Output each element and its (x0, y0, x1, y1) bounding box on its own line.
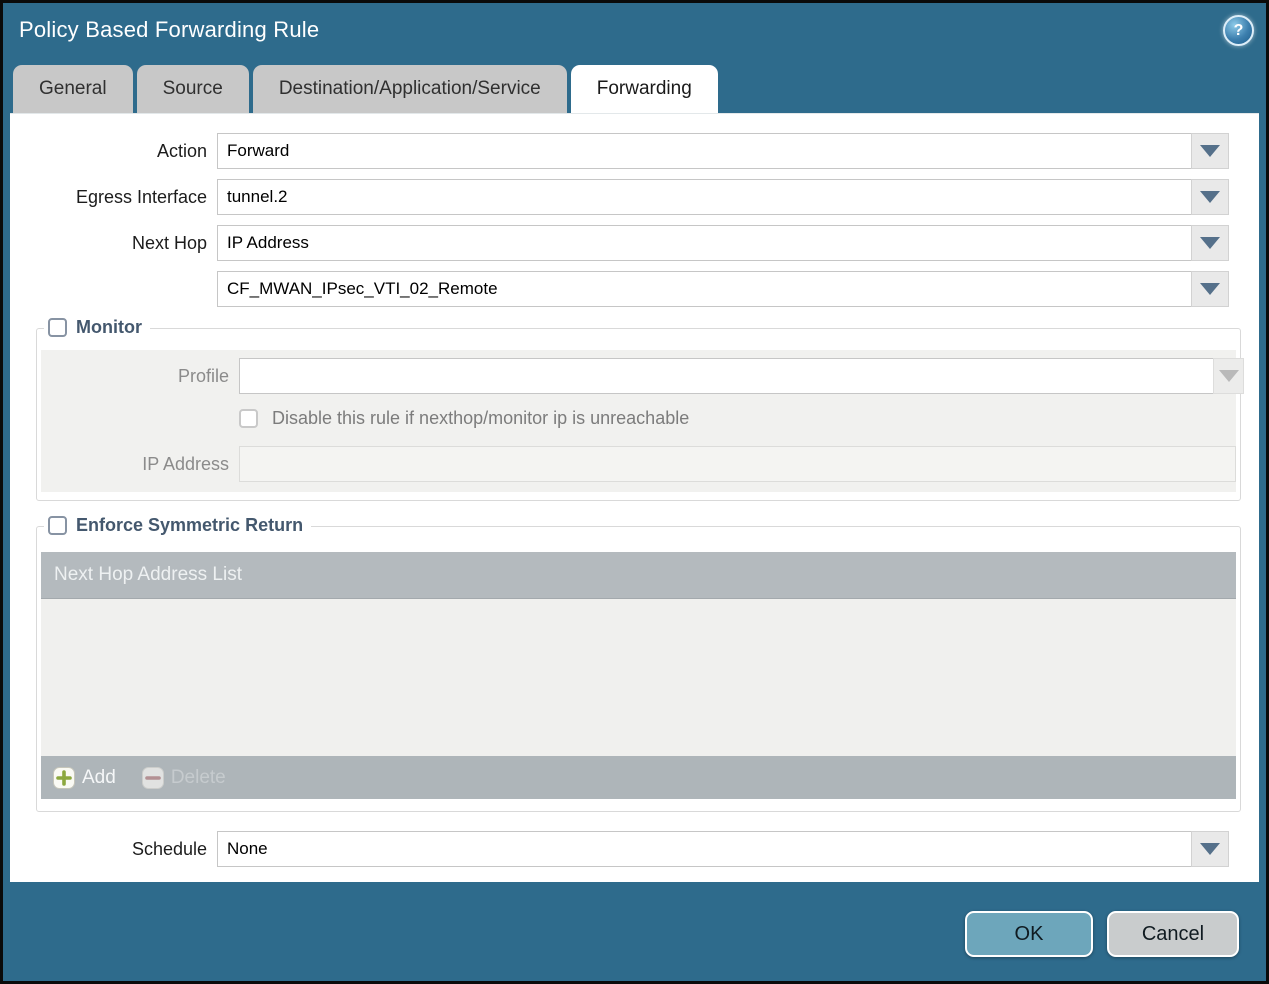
action-dropdown-button[interactable] (1191, 133, 1229, 169)
monitor-ip-address-label: IP Address (142, 453, 229, 474)
monitor-group: Monitor Profile Disable this rule if nex… (36, 317, 1244, 501)
disable-rule-label: Disable this rule if nexthop/monitor ip … (272, 408, 690, 428)
chevron-down-icon (1200, 283, 1220, 295)
help-icon[interactable]: ? (1223, 15, 1254, 46)
forwarding-tab-panel: Action Egress Interface Next Hop (10, 113, 1259, 882)
monitor-ip-address-input (239, 446, 1236, 482)
next-hop-address-input[interactable] (217, 271, 1191, 307)
disable-rule-row: Disable this rule if nexthop/monitor ip … (239, 408, 1236, 429)
tab-general[interactable]: General (13, 65, 133, 113)
tab-label: Forwarding (596, 78, 692, 99)
next-hop-address-row (10, 271, 1259, 307)
disable-rule-checkbox (239, 409, 258, 428)
next-hop-address-list-table: Next Hop Address List Add Delete (41, 552, 1236, 799)
title-bar: Policy Based Forwarding Rule ? (3, 3, 1266, 65)
profile-dropdown-button (1213, 358, 1244, 394)
next-hop-address-dropdown-button[interactable] (1191, 271, 1229, 307)
profile-row: Profile (41, 358, 1244, 394)
schedule-combo (217, 831, 1229, 867)
action-row: Action (10, 133, 1259, 169)
next-hop-type-input[interactable] (217, 225, 1191, 261)
chevron-down-icon (1200, 145, 1220, 157)
dialog-title: Policy Based Forwarding Rule (19, 17, 320, 42)
egress-interface-row: Egress Interface (10, 179, 1259, 215)
enforce-symmetric-return-group: Enforce Symmetric Return Next Hop Addres… (36, 515, 1241, 812)
ok-button[interactable]: OK (965, 911, 1093, 957)
add-button[interactable]: Add (53, 766, 116, 789)
schedule-dropdown-button[interactable] (1191, 831, 1229, 867)
profile-combo (239, 358, 1244, 394)
next-hop-dropdown-button[interactable] (1191, 225, 1229, 261)
schedule-label: Schedule (131, 838, 207, 859)
monitor-ip-address-row: IP Address (41, 446, 1236, 482)
minus-icon (141, 766, 164, 789)
tab-label: General (39, 78, 107, 99)
enforce-symmetric-return-legend-label: Enforce Symmetric Return (76, 515, 304, 535)
chevron-down-icon (1218, 370, 1239, 382)
monitor-body: Profile Disable this rule if nexthop/mon… (41, 350, 1244, 492)
tab-label: Source (162, 78, 223, 99)
profile-label: Profile (177, 365, 229, 386)
egress-interface-label: Egress Interface (75, 186, 207, 207)
monitor-legend: Monitor (44, 317, 150, 338)
egress-interface-input[interactable] (217, 179, 1191, 215)
profile-input (239, 358, 1213, 394)
cancel-button[interactable]: Cancel (1107, 911, 1239, 957)
tab-label: Destination/Application/Service (278, 78, 541, 99)
schedule-input[interactable] (217, 831, 1191, 867)
policy-based-forwarding-dialog: Policy Based Forwarding Rule ? General S… (0, 0, 1269, 984)
enforce-symmetric-return-checkbox[interactable] (48, 516, 67, 535)
next-hop-address-list-header: Next Hop Address List (41, 552, 1236, 599)
next-hop-row: Next Hop (10, 225, 1259, 261)
next-hop-address-combo (217, 271, 1229, 307)
next-hop-label: Next Hop (131, 232, 207, 253)
tab-source[interactable]: Source (136, 65, 249, 113)
monitor-checkbox[interactable] (48, 318, 67, 337)
next-hop-address-list-header-label: Next Hop Address List (54, 564, 242, 585)
chevron-down-icon (1200, 237, 1220, 249)
tab-destination-application-service[interactable]: Destination/Application/Service (252, 65, 567, 113)
action-combo (217, 133, 1229, 169)
action-input[interactable] (217, 133, 1191, 169)
plus-icon (53, 766, 75, 789)
tab-bar: General Source Destination/Application/S… (13, 65, 1266, 113)
tab-forwarding[interactable]: Forwarding (570, 65, 718, 113)
help-glyph: ? (1233, 21, 1244, 39)
add-button-label: Add (82, 766, 116, 788)
next-hop-address-list-toolbar: Add Delete (41, 756, 1236, 799)
action-label: Action (156, 140, 207, 161)
monitor-legend-label: Monitor (76, 317, 142, 337)
egress-interface-combo (217, 179, 1229, 215)
chevron-down-icon (1200, 843, 1220, 855)
next-hop-address-list-body[interactable] (41, 599, 1236, 756)
chevron-down-icon (1200, 191, 1220, 203)
delete-button-label: Delete (170, 766, 226, 788)
egress-interface-dropdown-button[interactable] (1191, 179, 1229, 215)
delete-button: Delete (141, 766, 226, 789)
next-hop-combo (217, 225, 1229, 261)
enforce-symmetric-return-legend: Enforce Symmetric Return (44, 515, 312, 536)
schedule-row: Schedule (10, 831, 1259, 867)
